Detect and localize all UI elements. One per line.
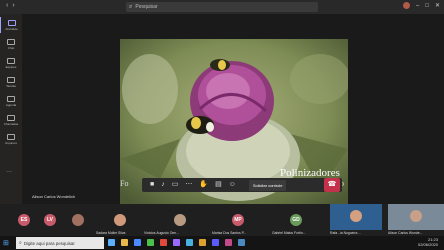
participant-strip: ES LV Sadara Moller Silva Vinicius Augus… <box>0 204 444 238</box>
avatar: GD <box>290 214 302 226</box>
tasks-icon <box>7 76 15 83</box>
call-controls: ■ ♪ ▭ ⋯ ✋ ▤ ☺ Solicitar controle <box>142 178 342 192</box>
sidebar-item-chat[interactable]: Chat <box>0 36 22 52</box>
taskbar-app-icon[interactable] <box>186 239 193 246</box>
sidebar-item-tasks[interactable]: Tarefas <box>0 74 22 90</box>
microphone-icon[interactable]: ♪ <box>161 178 165 192</box>
taskbar-app-icon[interactable] <box>238 239 245 246</box>
avatar: LV <box>44 214 56 226</box>
windows-start-icon[interactable]: ⊞ <box>3 239 9 247</box>
system-tray: 21:23 02/06/2020 <box>418 237 438 247</box>
taskbar-app-icon[interactable] <box>173 239 180 246</box>
taskbar-app-icon[interactable] <box>108 239 115 246</box>
nav-arrows[interactable]: ‹ › <box>6 2 19 9</box>
participant-name: Marisa Dos Santos P... <box>212 231 247 235</box>
bell-icon <box>7 19 16 26</box>
avatar <box>114 214 126 226</box>
sidebar-item-calendar[interactable]: Agenda <box>0 93 22 109</box>
windows-taskbar: ⊞ ⌕ Digite aqui para pesquisar 21:23 02/… <box>0 236 444 250</box>
camera-icon[interactable]: ■ <box>150 178 154 192</box>
title-bar: ‹ › ⌕ Pesquisar – □ ✕ <box>0 0 444 14</box>
participant-tile[interactable]: ES <box>14 204 42 238</box>
participant-tile[interactable]: LV <box>40 204 68 238</box>
participant-tile[interactable]: Sadara Moller Silva <box>96 204 144 238</box>
share-screen-icon[interactable]: ▭ <box>172 178 179 192</box>
taskbar-app-icon[interactable] <box>160 239 167 246</box>
raise-hand-icon[interactable]: ✋ <box>199 178 208 192</box>
avatar: MP <box>232 214 244 226</box>
taskbar-search[interactable]: ⌕ Digite aqui para pesquisar <box>16 237 104 249</box>
teams-icon <box>7 57 15 64</box>
taskbar-app-icon[interactable] <box>212 239 219 246</box>
avatar <box>174 214 186 226</box>
participant-tile[interactable]: Rafa...ia Nogueira ... <box>330 204 382 238</box>
user-avatar[interactable] <box>403 2 410 9</box>
participants-icon[interactable]: ☺ <box>229 178 236 192</box>
search-icon: ⌕ <box>129 3 133 10</box>
taskbar-app-icon[interactable] <box>121 239 128 246</box>
window-controls: – □ ✕ <box>403 2 440 9</box>
back-icon[interactable]: ‹ <box>6 2 8 9</box>
participant-name: Sadara Moller Silva <box>96 231 126 235</box>
hang-up-button[interactable]: ☎ <box>324 178 340 192</box>
participant-name: Gabriel Matos Fortin... <box>272 231 306 235</box>
participant-name: Rafa...ia Nogueira ... <box>330 231 362 235</box>
participant-tile[interactable]: Vinicius Augusto Oen... <box>144 204 200 238</box>
avatar: ES <box>18 214 30 226</box>
maximize-icon[interactable]: □ <box>425 3 429 9</box>
participant-name: Alison Carlos Wonde... <box>388 231 423 235</box>
close-icon[interactable]: ✕ <box>435 2 440 9</box>
participant-name: Vinicius Augusto Oen... <box>144 231 179 235</box>
request-control-button[interactable]: Solicitar controle <box>248 179 287 191</box>
minimize-icon[interactable]: – <box>416 3 419 9</box>
participant-tile[interactable]: Alison Carlos Wonde... <box>388 204 444 238</box>
chat-icon[interactable]: ▤ <box>215 178 222 192</box>
participant-tile[interactable]: GD Gabriel Matos Fortin... <box>270 204 324 238</box>
search-placeholder: Pesquisar <box>135 4 158 10</box>
avatar <box>72 214 84 226</box>
sidebar-item-activity[interactable]: Atividade <box>0 17 22 33</box>
meeting-stage: Polinizadores Fo o <box>22 14 444 204</box>
more-options-icon[interactable]: ⋯ <box>185 178 192 192</box>
search-icon: ⌕ <box>19 240 22 246</box>
teams-window: ‹ › ⌕ Pesquisar – □ ✕ Atividade Chat Equi… <box>0 0 444 250</box>
calendar-icon <box>7 95 15 102</box>
clock-date: 02/06/2020 <box>417 242 438 247</box>
taskbar-apps <box>108 239 245 246</box>
participant-tile[interactable] <box>66 204 94 238</box>
sidebar-item-teams[interactable]: Equipes <box>0 55 22 71</box>
presenter-name: Alison Carlos Wondelich <box>32 194 76 199</box>
search-box[interactable]: ⌕ Pesquisar <box>126 2 318 12</box>
avatar <box>410 210 422 222</box>
app-sidebar: Atividade Chat Equipes Tarefas Agenda Ch… <box>0 14 22 236</box>
chat-icon <box>7 38 15 45</box>
more-apps-icon[interactable]: ··· <box>6 169 12 175</box>
hang-up-icon: ☎ <box>327 181 337 188</box>
forward-icon[interactable]: › <box>12 2 14 9</box>
phone-icon <box>7 114 15 121</box>
sidebar-item-calls[interactable]: Chamadas <box>0 112 22 128</box>
avatar <box>350 210 362 222</box>
taskbar-app-icon[interactable] <box>199 239 206 246</box>
taskbar-app-icon[interactable] <box>147 239 154 246</box>
taskbar-app-icon[interactable] <box>134 239 141 246</box>
file-icon <box>7 133 15 140</box>
participant-tile[interactable]: MP Marisa Dos Santos P... <box>212 204 268 238</box>
taskbar-app-icon[interactable] <box>225 239 232 246</box>
taskbar-search-placeholder: Digite aqui para pesquisar <box>23 240 75 246</box>
slide-subtitle-left: Fo <box>120 179 129 188</box>
sidebar-item-files[interactable]: Arquivos <box>0 131 22 147</box>
